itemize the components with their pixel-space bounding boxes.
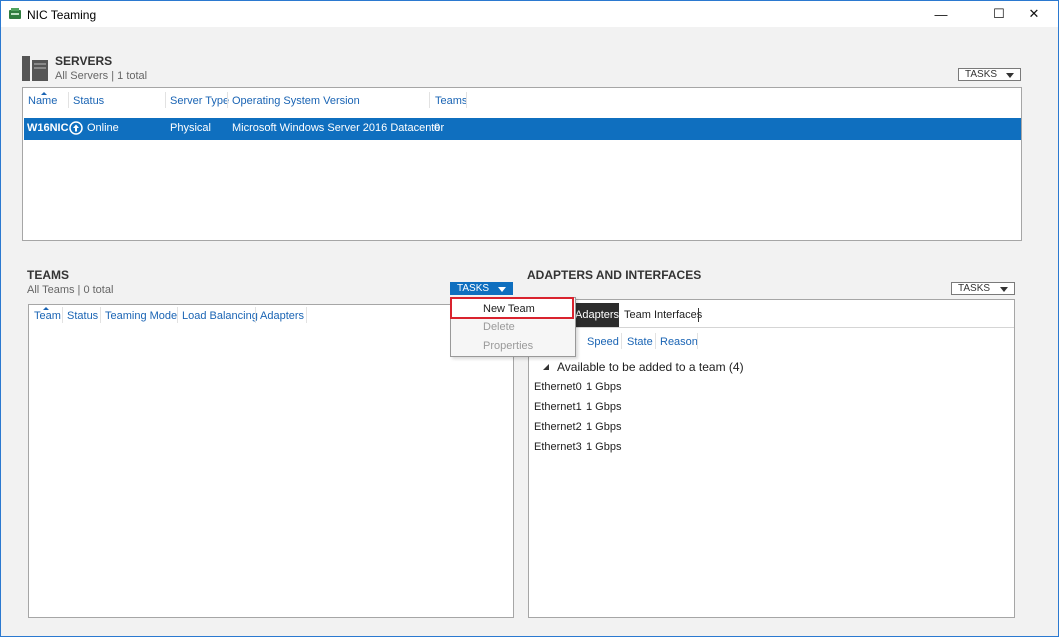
group-header-available: Available to be added to a team (4) [557,360,744,374]
teams-col-adapters[interactable]: Adapters [260,310,304,322]
collapse-triangle-icon[interactable] [542,363,550,371]
server-type: Physical [170,122,211,134]
minimize-icon: — [934,6,948,22]
column-separator [100,307,101,323]
adapters-col-state[interactable]: State [627,336,653,348]
servers-col-status[interactable]: Status [73,95,104,107]
adapters-tasks-button[interactable]: TASKS [951,282,1015,295]
column-separator [466,92,467,108]
column-separator [255,307,256,323]
dropdown-arrow-icon [1000,287,1008,292]
column-separator [306,307,307,323]
tab-adapters-label: Adapters [575,309,620,321]
column-separator [177,307,178,323]
title-bar: NIC Teaming — ☐ ✕ [1,1,1058,27]
close-icon: ✕ [1028,6,1040,21]
servers-col-server-type[interactable]: Server Type [170,95,229,107]
tab-divider [529,327,1014,328]
adapter-speed: 1 Gbps [586,381,622,393]
menu-item-properties-label: Properties [483,340,534,352]
servers-col-name[interactable]: Name [28,95,57,107]
adapters-col-speed[interactable]: Speed [587,336,619,348]
server-name: W16NIC [27,122,69,134]
column-separator [227,92,228,108]
column-separator [655,333,656,349]
minimize-button[interactable]: — [918,1,964,27]
menu-item-delete[interactable]: Delete [451,318,575,336]
server-teams: 0 [434,122,441,134]
servers-tasks-button[interactable]: TASKS [958,68,1021,81]
column-separator [697,333,698,349]
teams-title: TEAMS [27,268,69,282]
window-title: NIC Teaming [27,8,97,22]
adapter-name: Ethernet3 [534,441,582,453]
column-separator [429,92,430,108]
close-button[interactable]: ✕ [1011,1,1057,27]
servers-col-teams[interactable]: Teams [435,95,467,107]
adapter-name: Ethernet2 [534,421,582,433]
servers-subtitle: All Servers | 1 total [55,70,148,82]
adapters-title: ADAPTERS AND INTERFACES [527,268,702,282]
dropdown-arrow-icon [498,287,506,292]
adapter-name: Ethernet0 [534,381,582,393]
teams-col-teaming-mode[interactable]: Teaming Mode [105,310,177,322]
adapters-col-reason[interactable]: Reason [660,336,698,348]
tab-team-interfaces[interactable]: Team Interfaces [624,303,702,327]
nic-teaming-window: NIC Teaming — ☐ ✕ SERVERS All Servers | … [0,0,1059,637]
menu-item-properties[interactable]: Properties [451,337,575,355]
tab-separator [698,308,699,322]
menu-item-new-team[interactable]: New Team [450,297,574,319]
maximize-icon: ☐ [993,6,1005,21]
teams-table: Team Status Teaming Mode Load Balancing … [28,304,514,618]
column-separator [165,92,166,108]
adapter-speed: 1 Gbps [586,401,622,413]
adapters-panel: Adapters Team Interfaces Speed State Rea… [528,299,1015,618]
teams-col-load-balancing[interactable]: Load Balancing [182,310,258,322]
adapter-speed: 1 Gbps [586,421,622,433]
online-status-icon [69,121,83,135]
teams-subtitle: All Teams | 0 total [27,284,114,296]
tasks-label: TASKS [457,283,490,294]
tasks-label: TASKS [965,69,998,80]
servers-icon [22,56,48,81]
server-os: Microsoft Windows Server 2016 Datacenter [232,122,445,134]
table-row[interactable]: W16NIC Online Physical Microsoft Windows… [24,118,1021,140]
column-separator [621,333,622,349]
teams-tasks-button[interactable]: TASKS [450,282,513,295]
teams-col-status[interactable]: Status [67,310,98,322]
teams-col-team[interactable]: Team [34,310,61,322]
adapter-speed: 1 Gbps [586,441,622,453]
servers-col-os-version[interactable]: Operating System Version [232,95,360,107]
servers-title: SERVERS [55,54,113,68]
tab-team-interfaces-label: Team Interfaces [624,309,703,321]
column-separator [68,92,69,108]
server-status: Online [87,122,119,134]
column-separator [62,307,63,323]
teams-tasks-menu: New Team Delete Properties [450,297,576,357]
adapter-name: Ethernet1 [534,401,582,413]
menu-item-delete-label: Delete [483,321,515,333]
dropdown-arrow-icon [1006,73,1014,78]
menu-item-new-team-label: New Team [483,303,535,315]
servers-table: Name Status Server Type Operating System… [22,87,1022,241]
nic-teaming-app-icon [9,8,21,19]
tasks-label: TASKS [958,283,991,294]
